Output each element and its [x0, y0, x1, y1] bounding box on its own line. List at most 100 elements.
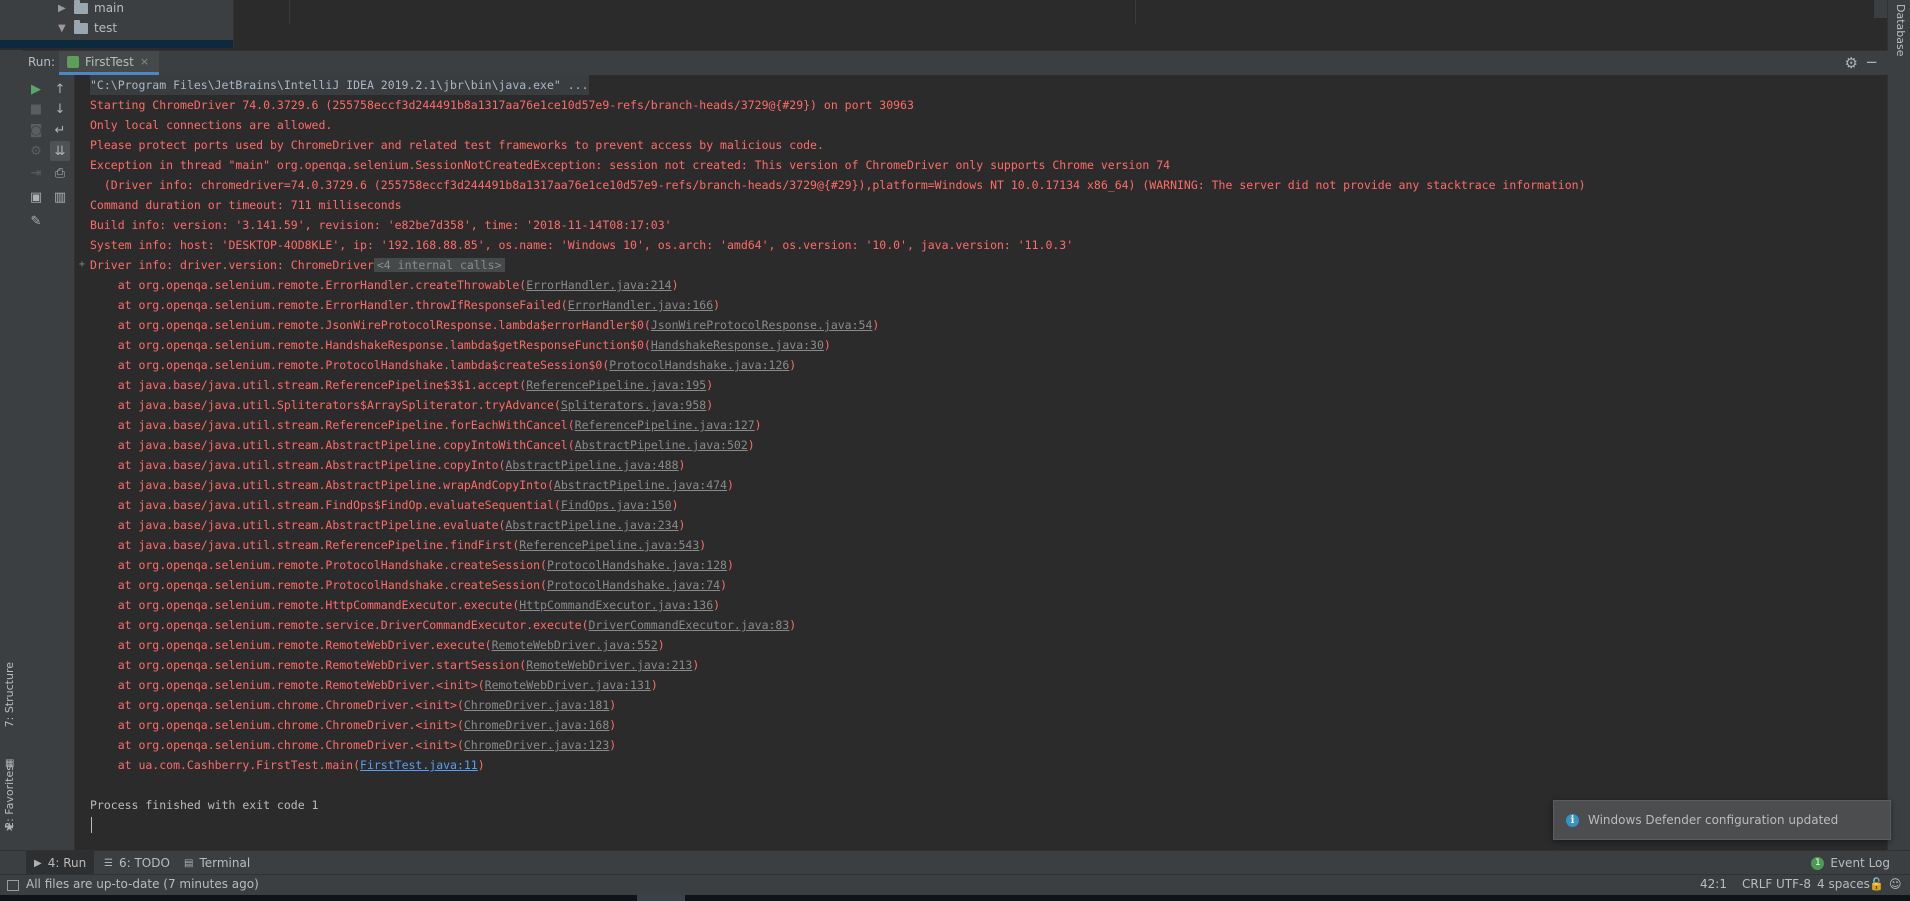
stack-frame: at org.openqa.selenium.remote.RemoteWebD…	[90, 675, 658, 695]
console-line: (Driver info: chromedriver=74.0.3729.6 (…	[90, 178, 1586, 192]
fold-expand-icon[interactable]: +	[79, 259, 85, 270]
editor-scrollbar[interactable]	[1874, 0, 1888, 18]
database-tool-tab[interactable]: Database	[1894, 4, 1907, 57]
gear-dim-icon[interactable]: ⚙	[26, 141, 46, 161]
stop-icon[interactable]: ■	[26, 99, 46, 119]
source-link[interactable]: ReferencePipeline.java:127	[575, 418, 755, 432]
source-link[interactable]: ErrorHandler.java:166	[568, 298, 713, 312]
tool-windows-icon[interactable]	[7, 880, 19, 891]
folder-icon	[74, 19, 88, 34]
folder-icon	[74, 0, 88, 14]
source-link[interactable]: Spliterators.java:958	[561, 398, 706, 412]
todo-icon: ☰	[104, 857, 113, 869]
tab-label: 6: TODO	[118, 856, 170, 870]
source-link[interactable]: FirstTest.java:11	[360, 758, 478, 772]
source-link[interactable]: ChromeDriver.java:123	[464, 738, 609, 752]
console-line: Build info: version: '3.141.59', revisio…	[90, 218, 672, 232]
source-link[interactable]: AbstractPipeline.java:488	[505, 458, 678, 472]
source-link[interactable]: RemoteWebDriver.java:131	[485, 678, 651, 692]
tab-run[interactable]: ▶ 4: Run	[26, 851, 95, 875]
stack-frame-suffix: )	[789, 358, 797, 372]
close-icon[interactable]: ×	[140, 55, 149, 68]
stack-frame: at java.base/java.util.stream.AbstractPi…	[90, 475, 734, 495]
source-link[interactable]: AbstractPipeline.java:502	[575, 438, 748, 452]
tree-item-main[interactable]: ▶ main	[58, 0, 124, 18]
layout-icon[interactable]: ▣	[26, 187, 46, 207]
stack-frame: at java.base/java.util.stream.ReferenceP…	[90, 415, 762, 435]
stack-frame: at java.base/java.util.stream.ReferenceP…	[90, 535, 707, 555]
status-message[interactable]: All files are up-to-date (7 minutes ago)	[26, 877, 259, 891]
inspector-icon[interactable]: ☺	[1889, 877, 1902, 891]
notification-balloon[interactable]: i Windows Defender configuration updated	[1553, 800, 1891, 840]
source-link[interactable]: ReferencePipeline.java:195	[526, 378, 706, 392]
source-link[interactable]: ErrorHandler.java:214	[526, 278, 671, 292]
source-link[interactable]: ProtocolHandshake.java:74	[547, 578, 720, 592]
tree-selection-highlight[interactable]	[0, 40, 233, 48]
camera-icon[interactable]: ◙	[26, 120, 46, 140]
line-separator[interactable]: CRLF	[1742, 877, 1772, 891]
gear-icon[interactable]: ⚙	[1845, 54, 1858, 72]
file-encoding[interactable]: UTF-8	[1776, 877, 1811, 891]
stack-frame-method: at org.openqa.selenium.chrome.ChromeDriv…	[90, 738, 464, 752]
structure-icon: ▦	[5, 758, 15, 769]
tab-firsttest[interactable]: FirstTest ×	[59, 51, 160, 75]
source-link[interactable]: HandshakeResponse.java:30	[651, 338, 824, 352]
event-log-button[interactable]: 1 Event Log	[1811, 851, 1890, 875]
caret-position[interactable]: 42:1	[1700, 877, 1727, 891]
stack-frame-method: at java.base/java.util.stream.FindOps$Fi…	[90, 498, 561, 512]
terminal-icon: ▤	[184, 857, 194, 869]
stack-frame-suffix: )	[678, 458, 686, 472]
rerun-icon[interactable]: ▶	[26, 79, 46, 99]
chevron-right-icon[interactable]: ▶	[58, 3, 68, 14]
tab-terminal[interactable]: ▤ Terminal	[176, 851, 258, 875]
trash-icon[interactable]: ▥	[50, 187, 70, 207]
stack-frame-suffix: )	[726, 478, 734, 492]
stack-frame-method: at org.openqa.selenium.remote.RemoteWebD…	[90, 678, 485, 692]
stack-frame-method: at java.base/java.util.Spliterators$Arra…	[90, 398, 561, 412]
source-link[interactable]: FindOps.java:150	[561, 498, 672, 512]
minimize-icon[interactable]: −	[1865, 53, 1878, 71]
source-link[interactable]: ChromeDriver.java:168	[464, 718, 609, 732]
arrow-down-icon[interactable]: ↓	[50, 99, 70, 119]
source-link[interactable]: DriverCommandExecutor.java:83	[589, 618, 790, 632]
internal-calls-fold[interactable]: <4 internal calls>	[373, 258, 505, 272]
stack-frame: at org.openqa.selenium.remote.RemoteWebD…	[90, 635, 665, 655]
stack-frame: at org.openqa.selenium.remote.ErrorHandl…	[90, 295, 720, 315]
pin-icon[interactable]: ✎	[26, 211, 46, 231]
tab-todo[interactable]: ☰ 6: TODO	[96, 851, 178, 875]
print-icon[interactable]: ⎙	[50, 163, 70, 183]
source-link[interactable]: ProtocolHandshake.java:126	[609, 358, 789, 372]
structure-tool-tab[interactable]: 7: Structure	[3, 662, 16, 727]
source-link[interactable]: ChromeDriver.java:181	[464, 698, 609, 712]
stack-frame-method: at java.base/java.util.stream.AbstractPi…	[90, 438, 575, 452]
scroll-to-end-icon[interactable]: ⇊	[50, 141, 70, 161]
info-icon: i	[1566, 813, 1579, 827]
indent-setting[interactable]: 4 spaces	[1817, 877, 1870, 891]
arrow-up-icon[interactable]: ↑	[50, 79, 70, 99]
exit-status-line: Process finished with exit code 1	[90, 798, 319, 812]
stack-frame: at java.base/java.util.stream.ReferenceP…	[90, 375, 713, 395]
lock-icon[interactable]: 🔓	[1869, 877, 1884, 891]
source-link[interactable]: HttpCommandExecutor.java:136	[519, 598, 713, 612]
console-line: Exception in thread "main" org.openqa.se…	[90, 158, 1171, 172]
stack-frame: at org.openqa.selenium.remote.HandshakeR…	[90, 335, 831, 355]
exit-icon[interactable]: ⇥	[26, 163, 46, 183]
source-link[interactable]: JsonWireProtocolResponse.java:54	[651, 318, 873, 332]
stack-frame-method: at java.base/java.util.stream.ReferenceP…	[90, 378, 527, 392]
source-link[interactable]: AbstractPipeline.java:234	[505, 518, 678, 532]
source-link[interactable]: RemoteWebDriver.java:213	[526, 658, 692, 672]
star-icon: ★	[4, 820, 15, 834]
tree-item-test[interactable]: ▼ test	[58, 18, 117, 38]
source-link[interactable]: RemoteWebDriver.java:552	[492, 638, 658, 652]
source-link[interactable]: AbstractPipeline.java:474	[554, 478, 727, 492]
taskbar-app-button[interactable]	[637, 895, 685, 901]
source-link[interactable]: ReferencePipeline.java:543	[519, 538, 699, 552]
run-tab-label: FirstTest	[85, 54, 134, 69]
stack-frame-method: at org.openqa.selenium.remote.ProtocolHa…	[90, 358, 610, 372]
stack-frame-suffix: )	[699, 538, 707, 552]
console-line-driver-info: Driver info: driver.version: ChromeDrive…	[90, 255, 505, 275]
chevron-down-icon[interactable]: ▼	[58, 23, 68, 34]
soft-wrap-icon[interactable]: ↵	[50, 120, 70, 140]
source-link[interactable]: ProtocolHandshake.java:128	[547, 558, 727, 572]
console-output[interactable]: "C:\Program Files\JetBrains\IntelliJ IDE…	[75, 75, 1887, 849]
